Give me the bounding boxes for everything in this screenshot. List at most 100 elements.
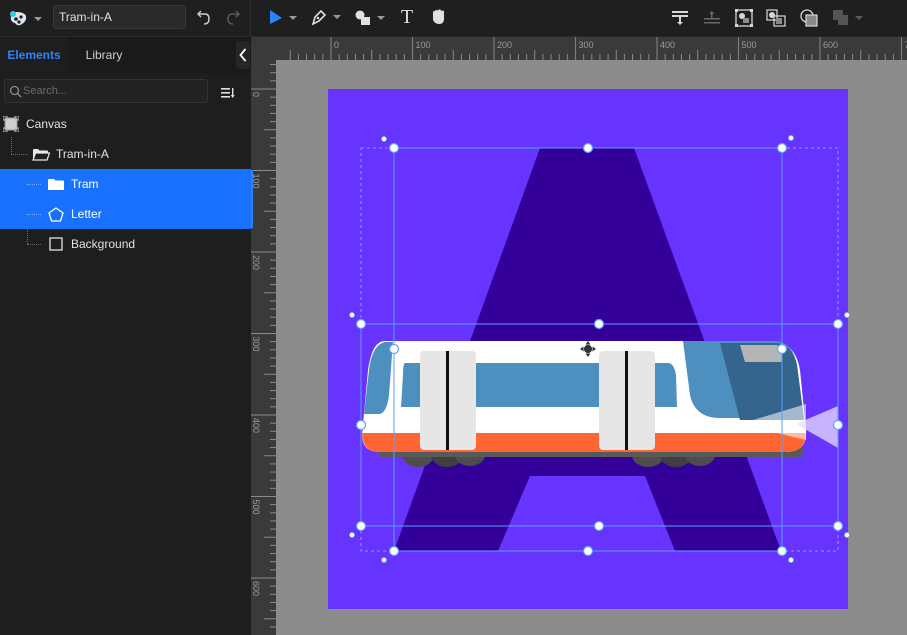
resize-handle[interactable]	[776, 343, 788, 355]
ruler-label: 500	[251, 500, 261, 515]
vector-editor-app: Tram-in-A T Elements Library Search... C…	[0, 0, 907, 635]
ruler-selection-marker	[251, 170, 253, 228]
boolean-ops-button[interactable]	[832, 9, 863, 27]
folder-icon	[48, 178, 64, 191]
text-T-icon: T	[400, 5, 414, 28]
folder-open-icon	[32, 148, 50, 161]
ruler-label: 200	[251, 255, 261, 270]
rotate-handle[interactable]	[788, 557, 795, 564]
search-icon	[9, 85, 22, 98]
mask-button[interactable]	[799, 8, 819, 28]
tree-item-canvas[interactable]: Canvas	[0, 109, 251, 139]
tree-item-label: Canvas	[26, 117, 67, 131]
sort-layers-button[interactable]	[221, 86, 235, 104]
align-top-button[interactable]	[671, 9, 689, 27]
ruler-label: 0	[334, 40, 339, 50]
ruler-label: 300	[579, 40, 594, 50]
chevron-down-icon	[855, 16, 863, 20]
pentagon-icon	[48, 207, 64, 222]
layers-panel: Elements Library Search... Canvas Tram-i…	[0, 37, 251, 635]
tree-guide	[27, 244, 41, 245]
tree-item-label: Letter	[71, 207, 102, 221]
shape-tool-button[interactable]	[354, 9, 385, 27]
resize-handle[interactable]	[582, 142, 594, 154]
ruler-label: 600	[251, 581, 261, 596]
ruler-label: 400	[660, 40, 675, 50]
rotate-handle[interactable]	[348, 532, 355, 539]
resize-handle[interactable]	[355, 318, 367, 330]
chevron-down-icon	[289, 16, 297, 20]
tree-item-background[interactable]: Background	[0, 229, 251, 259]
mask-icon	[800, 9, 818, 27]
rotate-handle[interactable]	[380, 557, 387, 564]
rotate-handle[interactable]	[380, 135, 387, 142]
text-tool-button[interactable]: T	[398, 6, 416, 28]
resize-handle[interactable]	[832, 419, 844, 431]
redo-button[interactable]	[225, 9, 243, 27]
tree-item-label: Tram-in-A	[56, 147, 109, 161]
ruler-label: 400	[251, 418, 261, 433]
pen-tool-button[interactable]	[310, 8, 341, 26]
resize-handle[interactable]	[776, 545, 788, 557]
chevron-down-icon	[34, 17, 42, 21]
tree-item-letter[interactable]: Letter	[0, 199, 251, 229]
ruler-label: 500	[742, 40, 757, 50]
tree-item-label: Tram	[71, 177, 99, 191]
ruler-label: 100	[416, 40, 431, 50]
resize-handle[interactable]	[593, 318, 605, 330]
group-button[interactable]	[734, 8, 754, 28]
collapse-panel-button[interactable]	[236, 41, 250, 69]
tab-elements[interactable]: Elements	[0, 37, 68, 73]
undo-button[interactable]	[194, 9, 212, 27]
redo-icon	[227, 10, 240, 25]
app-logo-icon	[10, 11, 27, 26]
toolbar-divider	[250, 0, 251, 37]
ungroup-icon	[766, 9, 786, 27]
tram-group[interactable]	[362, 341, 838, 467]
boolean-ops-icon	[833, 10, 848, 25]
document-name-field[interactable]: Tram-in-A	[53, 5, 186, 29]
resize-handle[interactable]	[776, 142, 788, 154]
chevron-down-icon	[333, 15, 341, 19]
ungroup-button[interactable]	[765, 8, 787, 28]
pen-nib-icon	[311, 9, 327, 26]
shapes-icon	[355, 10, 370, 25]
tree-item-tram-in-a[interactable]: Tram-in-A	[0, 139, 251, 169]
rotate-handle[interactable]	[844, 311, 851, 318]
app-logo-button[interactable]	[7, 9, 42, 29]
resize-handle[interactable]	[832, 318, 844, 330]
hand-icon	[433, 9, 444, 24]
resize-handle[interactable]	[388, 545, 400, 557]
ruler-label: 600	[823, 40, 838, 50]
rotate-handle[interactable]	[844, 532, 851, 539]
canvas-icon	[3, 116, 19, 132]
resize-handle[interactable]	[355, 520, 367, 532]
tab-library[interactable]: Library	[68, 37, 140, 73]
resize-handle[interactable]	[388, 343, 400, 355]
chevron-left-icon	[239, 48, 247, 62]
search-input[interactable]	[23, 80, 203, 102]
align-middle-button[interactable]	[703, 9, 721, 27]
square-icon	[49, 237, 63, 251]
rotate-handle[interactable]	[348, 311, 355, 318]
sort-list-icon	[221, 88, 235, 98]
hand-tool-button[interactable]	[430, 8, 448, 26]
resize-handle[interactable]	[593, 520, 605, 532]
tree-item-tram[interactable]: Tram	[0, 169, 251, 199]
resize-handle[interactable]	[388, 142, 400, 154]
group-icon	[735, 9, 753, 27]
tram-destination-sign	[740, 345, 782, 362]
resize-handle[interactable]	[832, 520, 844, 532]
tree-guide	[27, 214, 41, 215]
panel-tabs: Elements Library	[0, 37, 251, 73]
resize-handle[interactable]	[582, 545, 594, 557]
align-middle-icon	[704, 11, 720, 24]
ruler-label: 200	[497, 40, 512, 50]
ruler-label: 300	[251, 337, 261, 352]
resize-handle[interactable]	[355, 419, 367, 431]
rotate-handle[interactable]	[788, 134, 795, 141]
select-tool-button[interactable]	[268, 9, 297, 27]
tree-guide	[27, 184, 41, 185]
align-top-icon	[672, 11, 688, 25]
top-toolbar: Tram-in-A T	[0, 0, 907, 37]
